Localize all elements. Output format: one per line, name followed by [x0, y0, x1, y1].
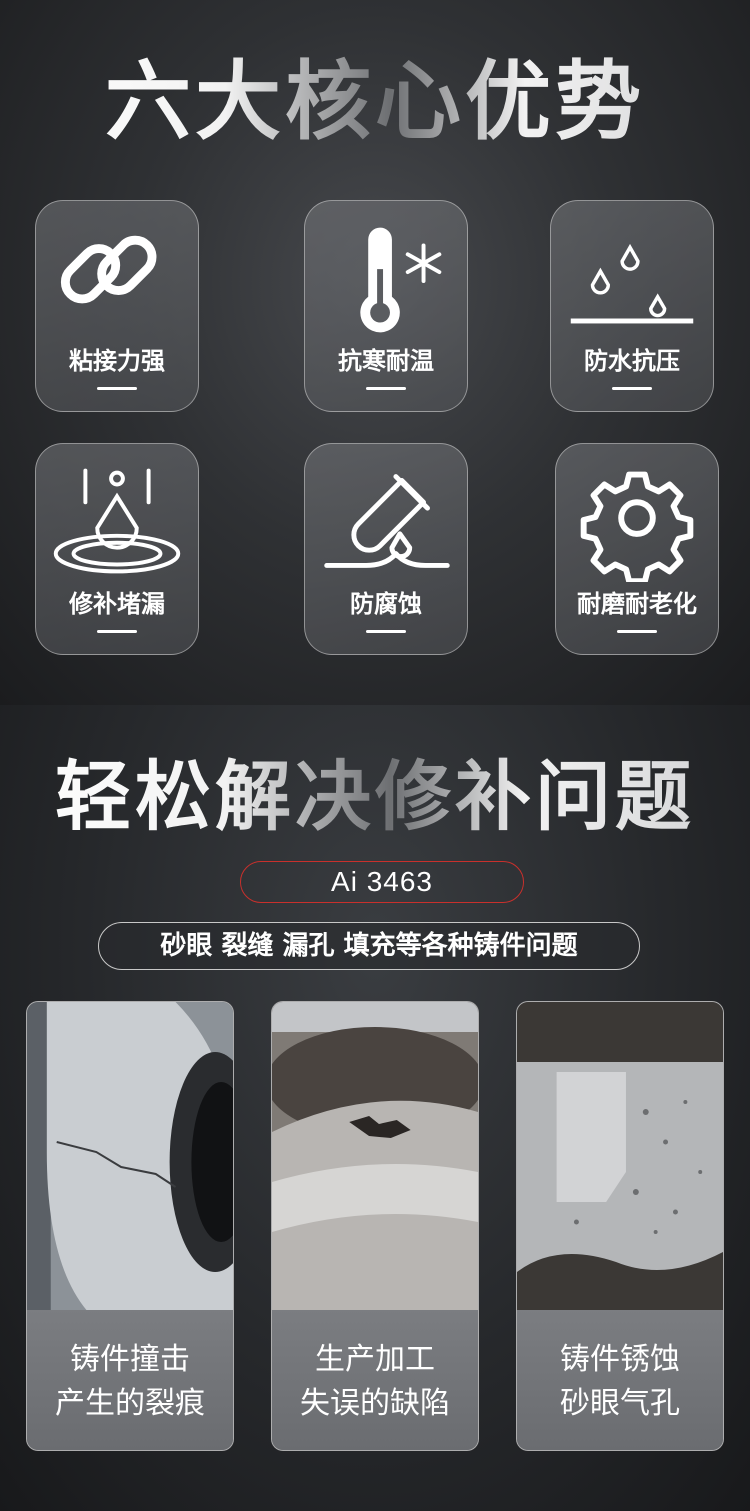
advantage-label: 防腐蚀: [350, 590, 422, 618]
drop-ripple-icon: [53, 468, 181, 574]
problem-summary-badge: 砂眼 裂缝 漏孔 填充等各种铸件问题: [98, 922, 640, 970]
advantage-card-wear-resistant: 耐磨耐老化: [555, 443, 719, 655]
link-icon: [60, 235, 157, 304]
product-model-badge: Ai 3463: [240, 861, 524, 903]
divider: [617, 630, 657, 633]
case-caption-line1: 铸件撞击: [70, 1342, 190, 1377]
solutions-title: 轻松解决修补问题: [0, 752, 750, 842]
case-card-defect: 生产加工 失误的缺陷: [271, 1001, 479, 1451]
page: 六大核心优势 粘接力强 抗寒耐温 防水抗压 修补堵漏 防腐蚀 耐磨耐老化 轻松解…: [0, 0, 750, 1511]
advantage-card-anticorrosion: 防腐蚀: [304, 443, 468, 655]
gear-icon: [580, 471, 694, 582]
advantage-card-waterproof: 防水抗压: [550, 200, 714, 412]
advantage-label: 抗寒耐温: [338, 347, 434, 375]
advantage-label: 防水抗压: [584, 347, 680, 375]
advantages-title: 六大核心优势: [0, 52, 750, 152]
advantage-card-adhesion: 粘接力强: [35, 200, 199, 412]
case-card-corrosion: 铸件锈蚀 砂眼气孔: [516, 1001, 724, 1451]
water-drops-icon: [570, 243, 694, 324]
advantage-card-cold-heat: 抗寒耐温: [304, 200, 468, 412]
case-caption-line2: 产生的裂痕: [55, 1386, 205, 1421]
advantages-section: 六大核心优势 粘接力强 抗寒耐温 防水抗压 修补堵漏 防腐蚀 耐磨耐老化: [0, 0, 750, 705]
divider: [366, 387, 406, 390]
case-caption: 铸件撞击 产生的裂痕: [27, 1310, 233, 1450]
divider: [97, 630, 137, 633]
advantage-label: 粘接力强: [69, 347, 165, 375]
advantage-label: 耐磨耐老化: [577, 590, 697, 618]
advantage-card-repair: 修补堵漏: [35, 443, 199, 655]
casting-crack-photo: [27, 1002, 233, 1310]
case-caption: 生产加工 失误的缺陷: [272, 1310, 478, 1450]
test-tube-icon: [324, 474, 450, 568]
case-caption-line2: 砂眼气孔: [560, 1386, 680, 1421]
advantage-label: 修补堵漏: [69, 590, 165, 618]
case-caption: 铸件锈蚀 砂眼气孔: [517, 1310, 723, 1450]
product-model: Ai 3463: [331, 866, 433, 897]
thermometer-snowflake-icon: [360, 227, 442, 333]
case-caption-line1: 铸件锈蚀: [560, 1342, 680, 1377]
casting-defect-photo: [272, 1002, 478, 1310]
case-caption-line1: 生产加工: [315, 1342, 435, 1377]
divider: [612, 387, 652, 390]
case-card-crack: 铸件撞击 产生的裂痕: [26, 1001, 234, 1451]
divider: [97, 387, 137, 390]
casting-corrosion-photo: [517, 1002, 723, 1310]
problem-summary: 砂眼 裂缝 漏孔 填充等各种铸件问题: [160, 931, 578, 961]
divider: [366, 630, 406, 633]
case-caption-line2: 失误的缺陷: [300, 1386, 450, 1421]
